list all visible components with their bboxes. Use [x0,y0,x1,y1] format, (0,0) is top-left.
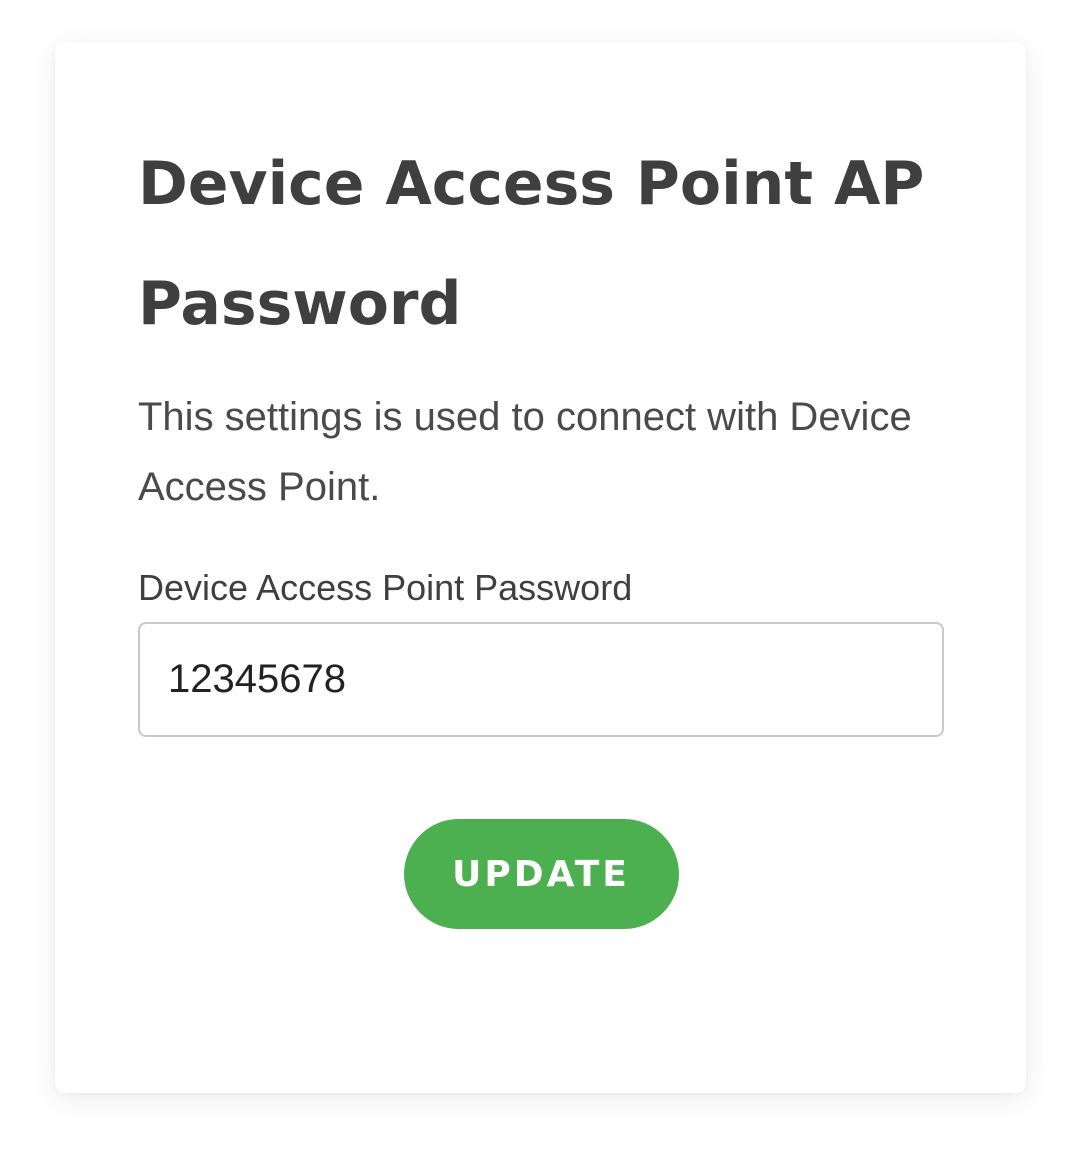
settings-card: Device Access Point AP Password This set… [55,42,1026,1093]
update-button[interactable]: UPDATE [403,819,679,929]
password-input[interactable] [138,622,944,737]
page-title: Device Access Point AP Password [138,149,925,339]
button-row: UPDATE [138,819,944,929]
password-field-label: Device Access Point Password [138,567,633,608]
settings-description: This settings is used to connect with De… [138,395,912,509]
